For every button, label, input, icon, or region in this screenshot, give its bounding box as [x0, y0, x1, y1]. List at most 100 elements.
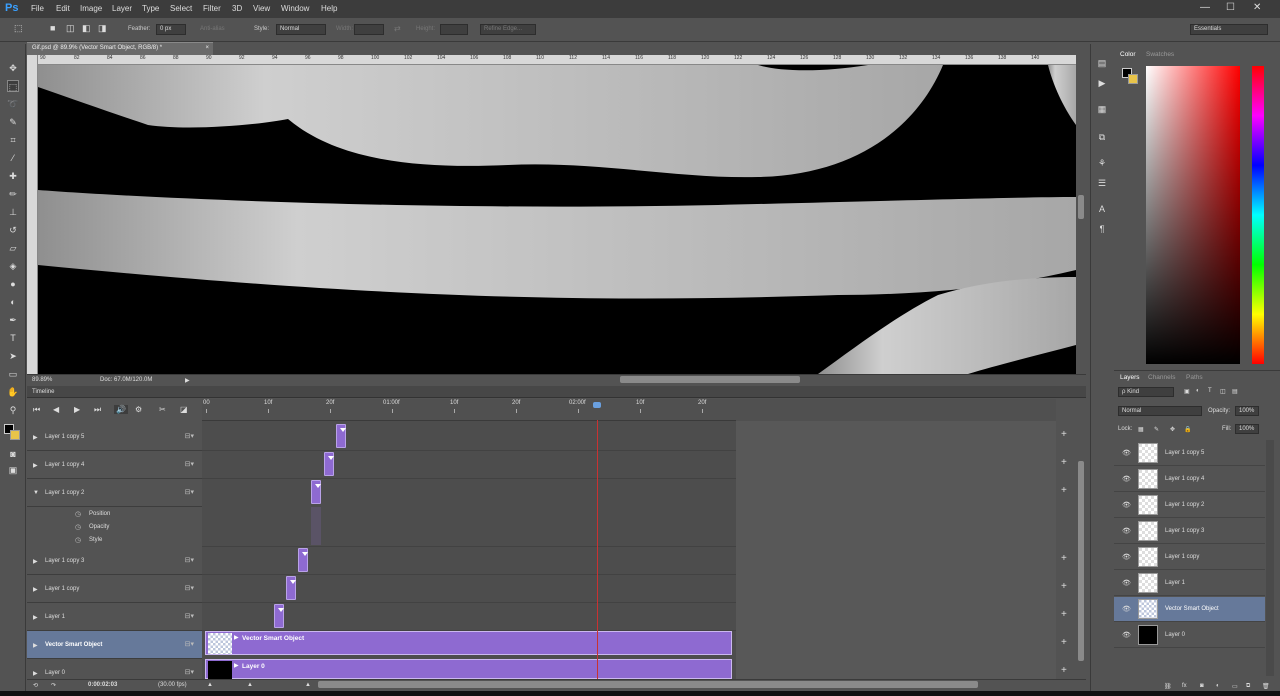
zoom-slider-icon[interactable]: ▲ [247, 682, 253, 688]
menu-type[interactable]: Type [142, 4, 159, 13]
film-icon[interactable]: ⊟▾ [185, 668, 194, 676]
workspace-select[interactable]: Essentials [1190, 24, 1268, 35]
scroll-thumb[interactable] [1078, 461, 1084, 661]
background-color-chip[interactable] [1128, 74, 1138, 84]
layer-row-selected[interactable]: 👁 Vector Smart Object [1114, 597, 1265, 622]
menu-select[interactable]: Select [170, 4, 192, 13]
visibility-eye-icon[interactable]: 👁 [1122, 527, 1131, 535]
rectangle-tool-icon[interactable]: ▭ [7, 368, 19, 380]
film-icon[interactable]: ⊟▾ [185, 432, 194, 440]
expand-arrow-icon[interactable]: ▶ [33, 462, 38, 469]
stopwatch-icon[interactable]: ◷ [75, 523, 81, 531]
timeline-ruler[interactable]: 00 10f 20f 01:00f 10f 20f 02:00f 10f 20f [202, 399, 736, 421]
add-media-icon[interactable]: + [1061, 665, 1067, 676]
menu-help[interactable]: Help [321, 4, 337, 13]
audio-icon[interactable]: 🔊 [114, 405, 128, 414]
actions-play-icon[interactable]: ▶ [1096, 78, 1108, 89]
timeline-layer-row[interactable]: ▼ Layer 1 copy 2 ⊟▾ [27, 479, 202, 507]
layer-filter-kind[interactable]: ρ Kind [1118, 387, 1174, 397]
timeline-layer-row[interactable]: ▶ Layer 1 copy 4 ⊟▾ [27, 451, 202, 479]
split-scissors-icon[interactable]: ✂ [159, 405, 166, 414]
timeline-clip[interactable] [298, 548, 308, 572]
menu-view[interactable]: View [253, 4, 270, 13]
menu-3d[interactable]: 3D [232, 4, 242, 13]
timeline-tracks[interactable]: ▶ Vector Smart Object ▶ Layer 0 [202, 421, 736, 681]
menu-edit[interactable]: Edit [56, 4, 70, 13]
visibility-eye-icon[interactable]: 👁 [1122, 449, 1131, 457]
history-icon[interactable]: ▤ [1096, 58, 1108, 69]
layer-row[interactable]: 👁 Layer 1 copy [1114, 545, 1265, 570]
menu-window[interactable]: Window [281, 4, 309, 13]
clip-menu-icon[interactable]: ▶ [234, 662, 239, 669]
property-row[interactable]: ◷ Opacity [27, 521, 202, 534]
timeline-clip[interactable] [324, 452, 334, 476]
timeline-clip[interactable] [286, 576, 296, 600]
zoom-out-icon[interactable]: ▲ [207, 682, 213, 688]
visibility-eye-icon[interactable]: 👁 [1122, 605, 1131, 613]
play-icon[interactable]: ▶ [74, 405, 80, 414]
film-icon[interactable]: ⊟▾ [185, 584, 194, 592]
tab-paths[interactable]: Paths [1186, 374, 1203, 381]
hand-tool-icon[interactable]: ✋ [7, 386, 19, 398]
film-icon[interactable]: ⊟▾ [185, 640, 194, 648]
film-icon[interactable]: ⊟▾ [185, 556, 194, 564]
feather-input[interactable]: 0 px [156, 24, 186, 35]
eyedropper-icon[interactable]: ⁄ [7, 152, 19, 164]
expand-arrow-icon[interactable]: ▶ [33, 614, 38, 621]
brush-presets-icon[interactable]: ⚘ [1096, 158, 1108, 169]
layer-row[interactable]: 👁 Layer 1 copy 4 [1114, 467, 1265, 492]
blend-mode-select[interactable]: Normal [1118, 406, 1202, 416]
layer0-clip[interactable]: ▶ Layer 0 [205, 659, 732, 679]
adjustments-icon[interactable]: ⧉ [1096, 132, 1108, 143]
style-select[interactable]: Normal [276, 24, 326, 35]
canvas-horizontal-scroll-thumb[interactable] [620, 376, 800, 383]
subtract-selection-icon[interactable]: ◧ [82, 23, 91, 34]
paint-bucket-icon[interactable]: ◈ [7, 260, 19, 272]
new-selection-icon[interactable]: ■ [50, 23, 55, 33]
timeline-layer-row[interactable]: ▶ Layer 1 copy 5 ⊟▾ [27, 423, 202, 451]
layer-row[interactable]: 👁 Layer 1 copy 3 [1114, 519, 1265, 544]
visibility-eye-icon[interactable]: 👁 [1122, 579, 1131, 587]
hue-slider[interactable] [1252, 66, 1264, 364]
dodge-tool-icon[interactable]: ◐ [7, 296, 19, 308]
vector-smart-object-clip[interactable]: ▶ Vector Smart Object [205, 631, 732, 655]
lasso-tool-icon[interactable]: ➰ [7, 98, 19, 110]
film-icon[interactable]: ⊟▾ [185, 488, 194, 496]
character-icon[interactable]: A [1096, 204, 1108, 214]
link-icon[interactable]: ⛓ [1164, 683, 1172, 690]
layer-row[interactable]: 👁 Layer 1 [1114, 571, 1265, 596]
add-media-icon[interactable]: + [1061, 429, 1067, 440]
properties-icon[interactable]: ☰ [1096, 178, 1108, 189]
marquee-tool-icon[interactable]: ⬚ [14, 23, 23, 34]
type-tool-icon[interactable]: T [7, 332, 19, 344]
first-frame-icon[interactable]: ⏮ [33, 405, 40, 415]
move-tool-icon[interactable]: ✥ [7, 62, 19, 74]
tab-channels[interactable]: Channels [1148, 374, 1175, 381]
lock-brush-icon[interactable]: ✎ [1154, 426, 1159, 433]
layer-row[interactable]: 👁 Layer 0 [1114, 623, 1265, 648]
swap-icon[interactable]: ⇄ [394, 24, 401, 33]
timeline-layer-row[interactable]: ▶ Layer 1 copy ⊟▾ [27, 575, 202, 603]
document-canvas[interactable] [38, 65, 1076, 374]
add-media-icon[interactable]: + [1061, 457, 1067, 468]
add-media-icon[interactable]: + [1061, 553, 1067, 564]
menu-filter[interactable]: Filter [203, 4, 221, 13]
scroll-thumb[interactable] [1078, 195, 1084, 219]
stopwatch-icon[interactable]: ◷ [75, 510, 81, 518]
quick-mask-icon[interactable]: ◙ [7, 448, 19, 460]
fx-icon[interactable]: fx [1182, 683, 1187, 689]
render-video-icon[interactable]: ⟲ [33, 682, 38, 689]
canvas-vertical-scrollbar[interactable] [1076, 55, 1086, 375]
tab-swatches[interactable]: Swatches [1146, 51, 1174, 58]
timeline-layer-row-selected[interactable]: ▶ Vector Smart Object ⊟▾ [27, 631, 202, 659]
next-frame-icon[interactable]: ⏭ [94, 405, 101, 415]
visibility-eye-icon[interactable]: 👁 [1122, 501, 1131, 509]
clone-stamp-icon[interactable]: ⊥ [7, 206, 19, 218]
expand-arrow-icon[interactable]: ▶ [33, 586, 38, 593]
lock-all-icon[interactable]: 🔒 [1184, 426, 1191, 433]
transition-icon[interactable]: ◪ [180, 405, 188, 414]
filter-shape-icon[interactable]: ◫ [1220, 388, 1226, 395]
tab-layers[interactable]: Layers [1120, 374, 1140, 381]
healing-brush-icon[interactable]: ✚ [7, 170, 19, 182]
timeline-clip[interactable] [311, 480, 321, 504]
